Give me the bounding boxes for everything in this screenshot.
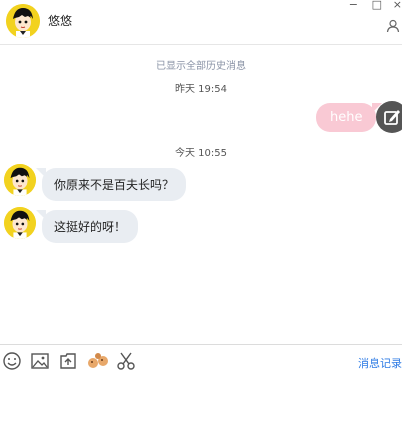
sent-message-bubble[interactable]: hehe: [316, 103, 384, 132]
history-notice: 已显示全部历史消息: [156, 61, 246, 72]
contact-avatar[interactable]: [4, 207, 36, 239]
close-button[interactable]: ×: [393, 0, 402, 11]
upload-file-icon[interactable]: [58, 351, 78, 371]
timestamp: 今天 10:55: [175, 148, 227, 159]
message-input-area[interactable]: [0, 376, 402, 425]
contact-profile-icon[interactable]: [386, 18, 400, 37]
contact-avatar[interactable]: [4, 164, 36, 196]
received-message-bubble[interactable]: 这挺好的呀！: [35, 210, 139, 243]
edit-icon: [384, 110, 400, 125]
minimize-button[interactable]: −: [349, 0, 358, 11]
contact-name: 悠悠: [48, 14, 73, 28]
timestamp: 昨天 19:54: [175, 84, 227, 95]
message-toolbar: 消息记录: [0, 344, 402, 377]
maximize-button[interactable]: □: [372, 0, 382, 11]
self-avatar[interactable]: [376, 101, 402, 133]
emoji-icon[interactable]: [2, 351, 22, 371]
message-history-link[interactable]: 消息记录: [358, 355, 402, 371]
contact-avatar[interactable]: [6, 4, 40, 38]
shake-icon[interactable]: [86, 351, 110, 371]
chat-header: 悠悠 − □ ×: [0, 0, 402, 45]
received-message-bubble[interactable]: 你原来不是百夫长吗？: [35, 168, 187, 201]
scissors-icon[interactable]: [116, 351, 136, 371]
image-icon[interactable]: [30, 351, 50, 371]
